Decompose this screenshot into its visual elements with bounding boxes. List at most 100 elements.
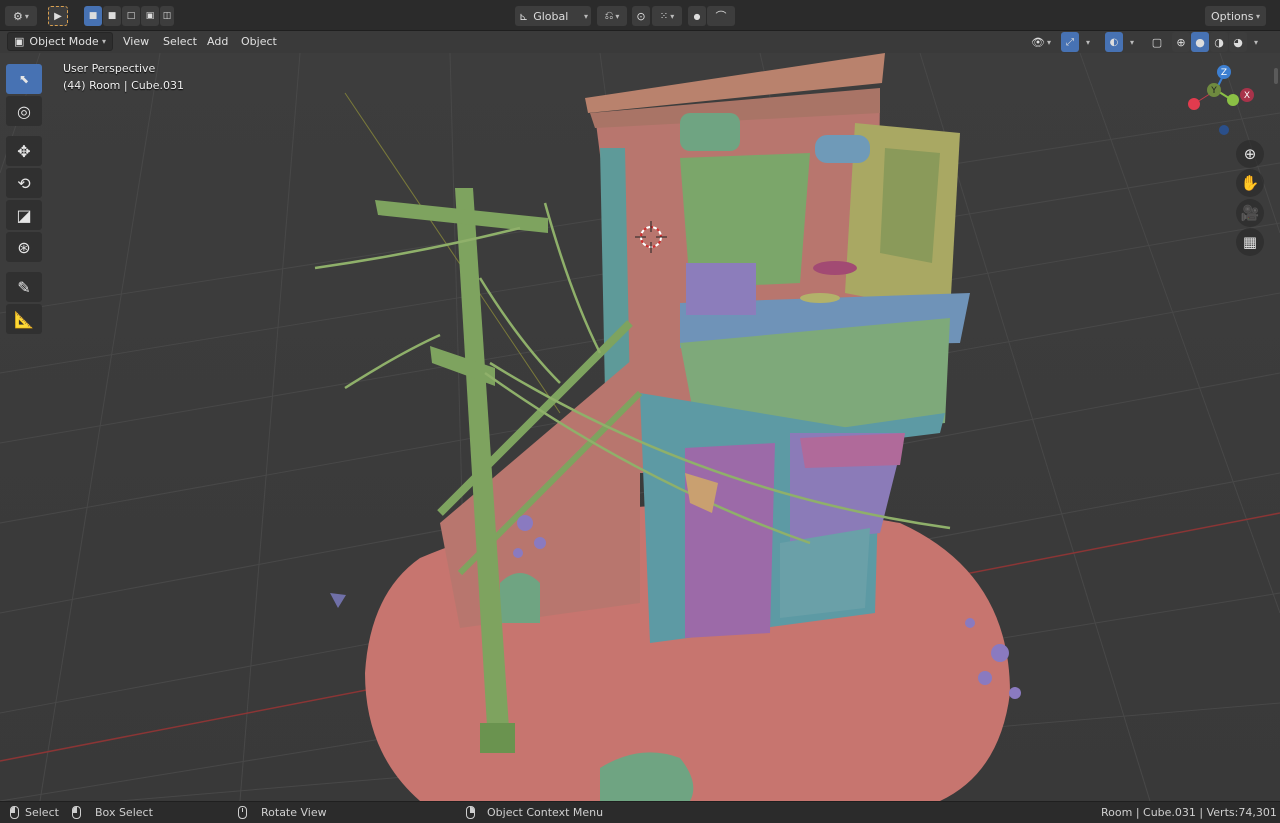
crosshair-icon: ◎ xyxy=(17,101,31,121)
gizmo-icon: ⤢ xyxy=(1066,36,1074,48)
cellar-grate xyxy=(500,573,540,623)
chevron-down-icon: ▾ xyxy=(1085,37,1090,47)
measure-tool[interactable]: 📐 xyxy=(6,304,42,334)
move-tool[interactable]: ✥ xyxy=(6,136,42,166)
navigation-gizmo[interactable]: Z Y X xyxy=(1186,62,1266,142)
rotate-icon: ⟲ xyxy=(17,173,31,193)
status-box-select-label: Box Select xyxy=(95,806,153,819)
counter xyxy=(780,528,870,618)
transform-orientation-dropdown[interactable]: ⊾ Global ▾ xyxy=(515,6,591,26)
object-mode-dropdown[interactable]: ▣ Object Mode ▾ xyxy=(7,32,113,51)
viewport-scrollbar[interactable] xyxy=(1274,66,1278,806)
status-context-menu: Object Context Menu xyxy=(466,806,603,819)
chevron-down-icon: ▾ xyxy=(670,11,675,21)
transform-orientation-label: Global xyxy=(533,9,569,23)
shading-wireframe-button[interactable]: ⊕ xyxy=(1172,32,1190,52)
editor-type-icon: ⚙ xyxy=(13,9,23,23)
select-box-tool[interactable]: ⬉ xyxy=(6,64,42,94)
proportional-edit-toggle[interactable]: ● xyxy=(688,6,706,26)
status-bar: Select Box Select Rotate View Object Con… xyxy=(0,801,1280,823)
menu-view[interactable]: View xyxy=(117,32,155,51)
mouse-left-icon xyxy=(10,806,19,819)
menu-select[interactable]: Select xyxy=(157,32,203,51)
select-intersect-icon: ◫ xyxy=(162,11,172,21)
pivot-point-dropdown[interactable]: ⎌ ▾ xyxy=(597,6,627,26)
mouse-drag-icon xyxy=(72,806,81,819)
editor-type-button[interactable]: ⚙ ▾ xyxy=(5,6,37,26)
select-new-icon: ■ xyxy=(88,11,98,21)
scene-statistics: Room | Cube.031 | Verts:74,301 | Fa xyxy=(1101,806,1280,819)
bowl xyxy=(813,261,857,275)
overlays-toggle[interactable]: ◐ xyxy=(1105,32,1123,52)
shading-rendered-button[interactable]: ◕ xyxy=(1229,32,1247,52)
annotate-tool[interactable]: ✎ xyxy=(6,272,42,302)
transform-icon: ⊛ xyxy=(17,237,31,257)
snap-target-dropdown[interactable]: ⁙ ▾ xyxy=(652,6,682,26)
menu-add[interactable]: Add xyxy=(201,32,234,51)
solid-sphere-icon: ● xyxy=(1195,35,1205,49)
falloff-curve-icon: ⌒ xyxy=(715,10,727,23)
snap-toggle[interactable]: ⊙ xyxy=(632,6,650,26)
shading-material-button[interactable]: ◑ xyxy=(1210,32,1228,52)
object-mode-label: Object Mode xyxy=(29,35,99,48)
status-select-label: Select xyxy=(25,806,59,819)
scale-icon: ◪ xyxy=(16,205,32,225)
chevron-down-icon: ▾ xyxy=(1255,11,1260,21)
perspective-label: User Perspective xyxy=(63,62,156,75)
menu-object[interactable]: Object xyxy=(235,32,283,51)
mouse-middle-icon xyxy=(238,806,247,819)
select-extend-icon: ■ xyxy=(107,11,117,21)
visibility-dropdown[interactable]: 👁 ▾ xyxy=(1026,32,1056,52)
scale-tool[interactable]: ◪ xyxy=(6,200,42,230)
status-rotate-view: Rotate View xyxy=(238,806,327,819)
pole-base xyxy=(480,723,515,753)
grid-icon: ▦ xyxy=(1242,233,1258,251)
falloff-dropdown[interactable]: ⌒ xyxy=(707,6,735,26)
plate xyxy=(800,293,840,303)
chevron-down-icon: ▾ xyxy=(1046,37,1051,47)
viewport-info-text: User Perspective (44) Room | Cube.031 xyxy=(63,60,184,94)
gizmo-toggle[interactable]: ⤢ xyxy=(1061,32,1079,52)
select-arrow-icon: ⬉ xyxy=(18,72,30,86)
proportional-icon: ● xyxy=(693,11,701,21)
select-tool-button[interactable]: ▶ xyxy=(48,6,68,26)
mode-set-button[interactable]: ■ xyxy=(84,6,102,26)
xray-icon: ▢ xyxy=(1151,35,1163,49)
mode-intersect-button[interactable]: ◫ xyxy=(160,6,174,26)
rotate-tool[interactable]: ⟲ xyxy=(6,168,42,198)
status-context-label: Object Context Menu xyxy=(487,806,604,819)
hand-icon: ✋ xyxy=(1240,174,1260,192)
overlays-dropdown[interactable]: ▾ xyxy=(1124,32,1138,52)
camera-view-button[interactable]: 🎥 xyxy=(1236,199,1264,227)
select-subtract-icon: □ xyxy=(126,11,136,21)
cursor-icon: ▶ xyxy=(54,10,62,22)
options-dropdown[interactable]: Options ▾ xyxy=(1205,6,1266,26)
mode-extend-button[interactable]: ■ xyxy=(103,6,121,26)
perspective-toggle-button[interactable]: ▦ xyxy=(1236,228,1264,256)
mode-subtract-button[interactable]: □ xyxy=(122,6,140,26)
zoom-button[interactable]: ⊕ xyxy=(1236,140,1264,168)
mode-invert-button[interactable]: ▣ xyxy=(141,6,159,26)
camera-icon: 🎥 xyxy=(1240,204,1260,222)
material-sphere-icon: ◑ xyxy=(1214,35,1224,49)
viewport-header: ⚙ ▾ ▶ ■ ■ □ ▣ ◫ ⊾ Global ▾ ⎌ ▾ ⊙ ⁙ ▾ ● ⌒ Op… xyxy=(0,0,1280,31)
pencil-icon: ✎ xyxy=(17,277,31,297)
shading-solid-button[interactable]: ● xyxy=(1191,32,1209,52)
y-axis-handle-neg xyxy=(1227,94,1239,106)
xray-toggle[interactable]: ▢ xyxy=(1148,32,1166,52)
options-label: Options xyxy=(1211,9,1254,23)
pivot-icon: ⎌ xyxy=(604,9,614,22)
object-info-label: (44) Room | Cube.031 xyxy=(63,79,184,92)
x-axis-handle-neg xyxy=(1188,98,1200,110)
gizmo-dropdown[interactable]: ▾ xyxy=(1080,32,1094,52)
z-axis-handle-neg xyxy=(1219,125,1229,135)
shading-dropdown[interactable]: ▾ xyxy=(1248,32,1262,52)
chevron-down-icon: ▾ xyxy=(101,37,106,46)
pan-button[interactable]: ✋ xyxy=(1236,169,1264,197)
3d-viewport[interactable]: Z Y X xyxy=(0,53,1280,801)
cursor-tool[interactable]: ◎ xyxy=(6,96,42,126)
status-rotate-label: Rotate View xyxy=(261,806,327,819)
move-icon: ✥ xyxy=(17,141,31,161)
transform-tool[interactable]: ⊛ xyxy=(6,232,42,262)
zoom-icon: ⊕ xyxy=(1243,145,1257,163)
